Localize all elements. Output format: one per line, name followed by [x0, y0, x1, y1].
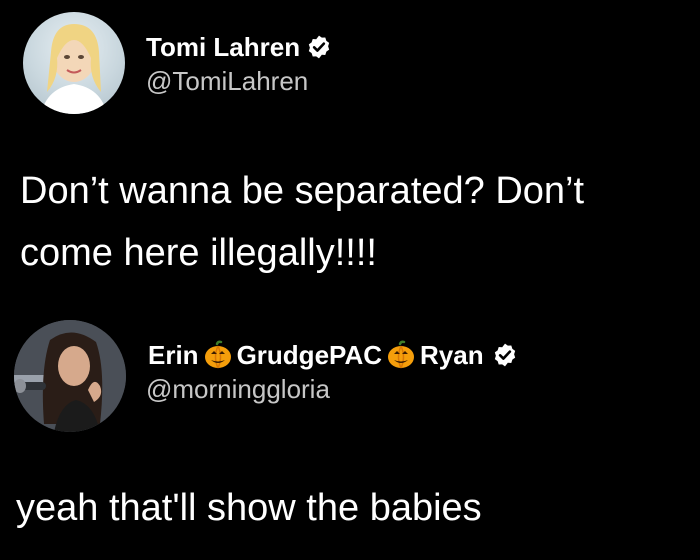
- avatar-image: [41, 24, 107, 114]
- pumpkin-icon: [203, 340, 233, 370]
- display-name-row[interactable]: Erin GrudgePAC Ryan: [146, 340, 518, 370]
- avatar-morninggloria[interactable]: [14, 320, 126, 432]
- verified-badge-icon: [306, 34, 332, 60]
- display-name-part[interactable]: Ryan: [418, 340, 486, 371]
- tweet-text-line: Don’t wanna be separated? Don’t: [20, 170, 585, 212]
- user-handle[interactable]: @morninggloria: [146, 374, 518, 405]
- verified-badge-icon: [492, 342, 518, 368]
- tweet-body: Don’t wanna be separated? Don’t come her…: [20, 160, 680, 284]
- display-name-row[interactable]: Tomi Lahren: [146, 32, 332, 62]
- display-name[interactable]: Tomi Lahren: [146, 32, 300, 63]
- tweet-text-line: yeah that'll show the babies: [16, 487, 482, 529]
- display-name-part[interactable]: Erin: [146, 340, 201, 371]
- tweet-body: yeah that'll show the babies: [16, 477, 676, 539]
- pumpkin-icon: [386, 340, 416, 370]
- avatar-image: [14, 320, 126, 432]
- user-handle[interactable]: @TomiLahren: [146, 66, 332, 97]
- display-name-part[interactable]: GrudgePAC: [235, 340, 384, 371]
- avatar-tomi-lahren[interactable]: [23, 12, 125, 114]
- user-info: Tomi Lahren @TomiLahren: [146, 32, 332, 97]
- user-info: Erin GrudgePAC Ryan @morninggloria: [146, 340, 518, 405]
- tweet-text-line: come here illegally!!!!: [20, 232, 377, 274]
